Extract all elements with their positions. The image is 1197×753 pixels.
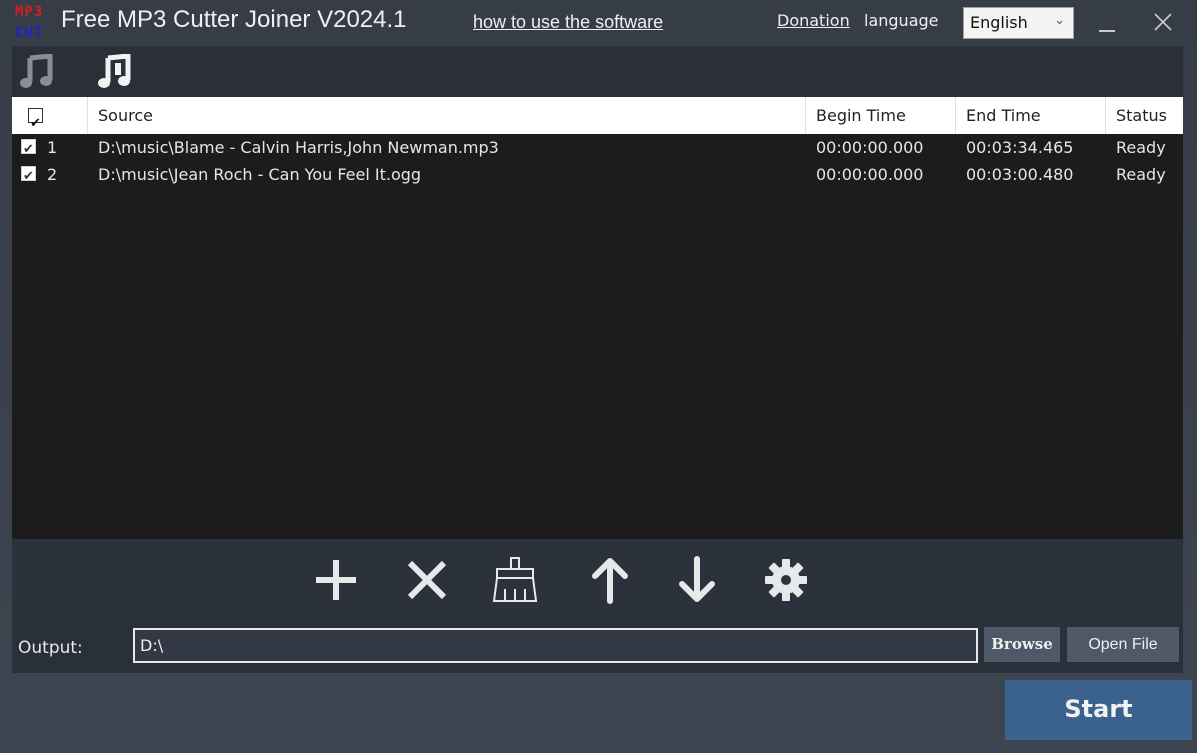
plus-icon [316,560,356,600]
output-bar: Output: Browse Open File [12,619,1183,673]
app-logo: MP3 CUT [15,2,59,44]
row-checkbox[interactable] [21,136,36,163]
chevron-down-icon: ⌄ [1054,13,1065,28]
output-label: Output: [18,638,83,658]
mode-toolbar [12,46,1183,98]
start-button[interactable]: Start [1005,680,1192,740]
donation-link[interactable]: Donation [777,11,850,30]
cut-mode-button[interactable] [18,53,58,90]
header-status[interactable]: Status [1106,97,1183,134]
row-begin-time: 00:00:00.000 [816,165,924,184]
remove-file-button[interactable] [402,555,452,605]
row-index: 2 [47,165,58,184]
table-row[interactable]: 1 D:\music\Blame - Calvin Harris,John Ne… [12,134,1183,163]
language-label: language [864,11,939,30]
row-source: D:\music\Jean Roch - Can You Feel It.ogg [98,165,422,184]
language-select[interactable]: English ⌄ [963,7,1074,39]
x-icon [407,560,447,600]
move-up-button[interactable] [585,555,635,605]
minimize-button[interactable] [1091,6,1123,38]
header-source[interactable]: Source [88,97,806,134]
row-checkbox[interactable] [21,163,36,190]
join-mode-button[interactable] [96,53,136,90]
music-join-icon [98,53,131,88]
header-select-all [12,97,88,142]
arrow-up-icon [592,558,628,604]
row-begin-time: 00:00:00.000 [816,138,924,157]
logo-cut-text: CUT [15,25,44,41]
language-selected-value: English [970,13,1028,32]
app-window: MP3 CUT Free MP3 Cutter Joiner V2024.1 h… [0,0,1197,753]
clear-list-button[interactable] [490,555,540,605]
gear-icon [765,559,807,601]
row-index: 1 [47,138,58,157]
arrow-down-icon [679,556,715,602]
app-title: Free MP3 Cutter Joiner V2024.1 [61,6,407,33]
header-end-time[interactable]: End Time [956,97,1106,134]
title-bar: MP3 CUT Free MP3 Cutter Joiner V2024.1 h… [0,0,1197,44]
close-icon [1154,13,1172,31]
select-all-checkbox[interactable] [28,105,43,142]
row-end-time: 00:03:00.480 [966,165,1074,184]
close-button[interactable] [1147,6,1179,38]
file-table: Source Begin Time End Time Status 1 D:\m… [12,97,1183,539]
header-begin-time[interactable]: Begin Time [806,97,956,134]
add-file-button[interactable] [311,555,361,605]
row-status: Ready [1116,138,1166,157]
how-to-use-link[interactable]: how to use the software [473,12,663,33]
row-status: Ready [1116,165,1166,184]
table-row[interactable]: 2 D:\music\Jean Roch - Can You Feel It.o… [12,161,1183,190]
settings-button[interactable] [761,555,811,605]
music-cut-icon [20,53,53,88]
logo-mp3-text: MP3 [15,4,44,20]
move-down-button[interactable] [672,555,722,605]
row-end-time: 00:03:34.465 [966,138,1074,157]
open-file-button[interactable]: Open File [1067,627,1179,662]
action-toolbar [12,539,1183,619]
row-source: D:\music\Blame - Calvin Harris,John Newm… [98,138,499,157]
output-path-input[interactable] [133,628,978,663]
table-header: Source Begin Time End Time Status [12,97,1183,142]
broom-icon [492,557,538,602]
browse-button[interactable]: Browse [984,627,1060,662]
